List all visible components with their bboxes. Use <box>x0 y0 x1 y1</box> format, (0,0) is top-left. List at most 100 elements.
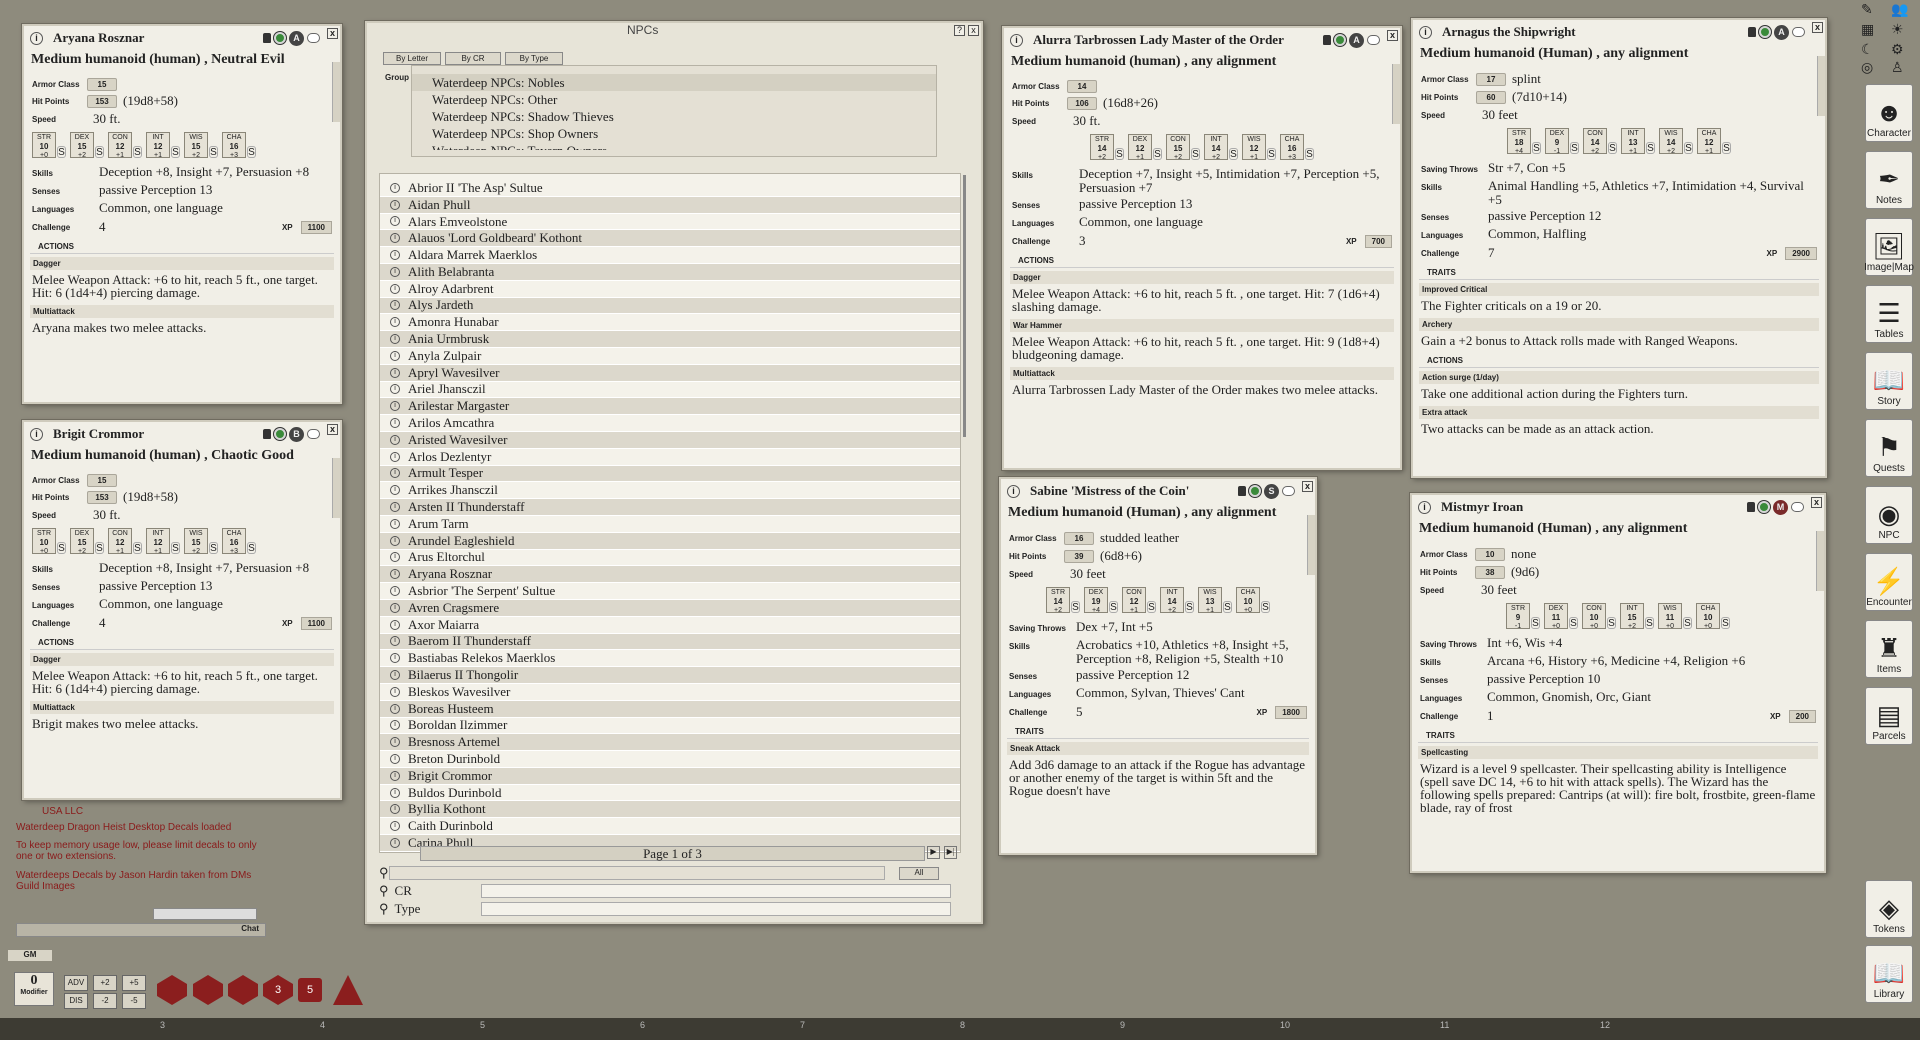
save-roll-icon[interactable]: S <box>1607 617 1616 629</box>
lock-icon[interactable] <box>263 429 271 439</box>
list-item[interactable]: i Arus Eltorchul <box>380 549 960 567</box>
list-item[interactable]: i Bresnoss Artemel <box>380 734 960 752</box>
tab-by-letter[interactable]: By Letter <box>383 52 441 65</box>
list-item[interactable]: i Bleskos Wavesilver <box>380 684 960 701</box>
action-name[interactable]: Dagger <box>30 653 334 666</box>
list-item[interactable]: i Apryl Wavesilver <box>380 365 960 382</box>
hp-value[interactable]: 38 <box>1475 565 1505 579</box>
list-item[interactable]: i Armult Tesper <box>380 465 960 483</box>
tab-by-type[interactable]: By Type <box>505 52 563 65</box>
ability-cha[interactable]: CHA 12 +1 S <box>1697 128 1731 155</box>
info-icon[interactable]: i <box>390 401 400 412</box>
info-icon[interactable]: i <box>390 434 400 445</box>
action-name[interactable]: Multiattack <box>30 305 334 318</box>
info-icon[interactable]: i <box>390 451 400 462</box>
list-item[interactable]: i Bastiabas Relekos Maerklos <box>380 650 960 668</box>
sidebar-item-parcels[interactable]: ▤ Parcels <box>1858 687 1920 745</box>
info-icon[interactable]: i <box>390 199 400 210</box>
list-item[interactable]: i Arlos Dezlentyr <box>380 449 960 466</box>
d4-die-icon[interactable] <box>333 975 363 1005</box>
save-roll-icon[interactable]: S <box>1223 601 1232 613</box>
info-icon[interactable]: i <box>30 427 43 441</box>
list-scrollbar[interactable] <box>963 175 966 437</box>
list-item[interactable]: i Boroldan Ilzimmer <box>380 717 960 735</box>
save-roll-icon[interactable]: S <box>171 146 180 158</box>
action-name[interactable]: Dagger <box>1010 271 1394 284</box>
group-item[interactable]: Waterdeep NPCs: Shadow Thieves <box>412 108 936 125</box>
ability-int[interactable]: INT 15 +2 S <box>1620 603 1654 630</box>
ability-con[interactable]: CON 12 +1 S <box>108 528 142 555</box>
modifier-box[interactable]: 0 Modifier <box>14 972 54 1006</box>
token-icon[interactable]: S <box>1264 483 1279 499</box>
info-icon[interactable]: i <box>390 586 400 597</box>
lock-icon[interactable] <box>1323 35 1331 45</box>
token-icon[interactable]: A <box>1349 32 1364 48</box>
hp-value[interactable]: 106 <box>1067 96 1097 110</box>
close-button[interactable]: x <box>1302 481 1313 492</box>
list-item[interactable]: i Avren Cragsmere <box>380 600 960 617</box>
ability-int[interactable]: INT 14 +2 S <box>1204 134 1238 161</box>
info-icon[interactable]: i <box>390 266 400 277</box>
save-roll-icon[interactable]: S <box>1185 601 1194 613</box>
info-icon[interactable]: i <box>390 821 400 832</box>
chat-icon[interactable] <box>1282 486 1295 496</box>
save-roll-icon[interactable]: S <box>95 146 104 158</box>
save-roll-icon[interactable]: S <box>1722 142 1731 154</box>
plus5-button[interactable]: +5 <box>122 975 146 991</box>
search-input[interactable] <box>389 866 885 880</box>
list-item[interactable]: i Arundel Eagleshield <box>380 533 960 550</box>
info-icon[interactable]: i <box>390 334 400 345</box>
info-icon[interactable]: i <box>390 670 400 680</box>
info-icon[interactable]: i <box>390 300 400 311</box>
list-item[interactable]: i Brigit Crommor <box>380 768 960 785</box>
chat-icon[interactable] <box>1791 502 1804 512</box>
hp-value[interactable]: 153 <box>87 490 117 504</box>
list-item[interactable]: i Arrikes Jhansczil <box>380 482 960 500</box>
group-item[interactable]: Waterdeep NPCs: Tavern Owners <box>412 142 936 150</box>
list-item[interactable]: i Breton Durinbold <box>380 751 960 768</box>
action-name[interactable]: War Hammer <box>1010 319 1394 332</box>
list-item[interactable]: i Ania Urmbrusk <box>380 331 960 348</box>
card-header[interactable]: i Aryana Rosznar Ax <box>24 26 340 50</box>
save-roll-icon[interactable]: S <box>209 146 218 158</box>
chat-icon[interactable] <box>307 429 320 439</box>
ability-cha[interactable]: CHA 16 +3 S <box>222 132 256 159</box>
sidebar-item-notes[interactable]: ✒ Notes <box>1858 151 1920 209</box>
sidebar-item-tokens[interactable]: ◈ Tokens <box>1858 880 1920 938</box>
chat-icon[interactable] <box>1792 27 1805 37</box>
save-roll-icon[interactable]: S <box>1721 617 1730 629</box>
ability-str[interactable]: STR 10 +0 S <box>32 528 66 555</box>
minus5-button[interactable]: -5 <box>122 993 146 1009</box>
plus2-button[interactable]: +2 <box>93 975 117 991</box>
next-page-button[interactable]: ▶ <box>927 846 940 859</box>
card-header[interactable]: i Arnagus the Shipwright Ax <box>1413 20 1825 44</box>
ability-dex[interactable]: DEX 15 +2 S <box>70 132 104 159</box>
sidebar-item-quests[interactable]: ⚑ Quests <box>1858 419 1920 477</box>
cr-filter-select[interactable] <box>481 884 951 898</box>
info-icon[interactable]: i <box>390 367 400 378</box>
side-tab-main[interactable] <box>1816 531 1824 591</box>
info-icon[interactable]: i <box>390 552 400 563</box>
save-roll-icon[interactable]: S <box>1229 148 1238 160</box>
info-icon[interactable]: i <box>390 653 400 664</box>
save-roll-icon[interactable]: S <box>57 542 66 554</box>
ability-wis[interactable]: WIS 14 +2 S <box>1659 128 1693 155</box>
token-icon[interactable]: M <box>1773 499 1788 515</box>
chat-input[interactable]: Chat <box>16 923 266 937</box>
sidebar-item-story[interactable]: 📖 Story <box>1858 352 1920 410</box>
ability-str[interactable]: STR 18 +4 S <box>1507 128 1541 155</box>
save-roll-icon[interactable]: S <box>133 146 142 158</box>
ac-value[interactable]: 14 <box>1067 79 1097 93</box>
card-header[interactable]: i Mistmyr Iroan Mx <box>1412 495 1824 519</box>
list-item[interactable]: i Buldos Durinbold <box>380 785 960 802</box>
list-item[interactable]: i Alauos 'Lord Goldbeard' Kothont <box>380 230 960 248</box>
d12-die-icon[interactable] <box>193 975 223 1005</box>
ability-dex[interactable]: DEX 9 -1 S <box>1545 128 1579 155</box>
info-icon[interactable]: i <box>390 485 400 496</box>
info-icon[interactable]: i <box>390 468 400 479</box>
list-item[interactable]: i Alith Belabranta <box>380 264 960 281</box>
hp-value[interactable]: 60 <box>1476 90 1506 104</box>
sidebar-item-tables[interactable]: ☰ Tables <box>1858 285 1920 343</box>
type-filter-select[interactable] <box>481 902 951 916</box>
list-item[interactable]: i Axor Maiarra <box>380 617 960 634</box>
